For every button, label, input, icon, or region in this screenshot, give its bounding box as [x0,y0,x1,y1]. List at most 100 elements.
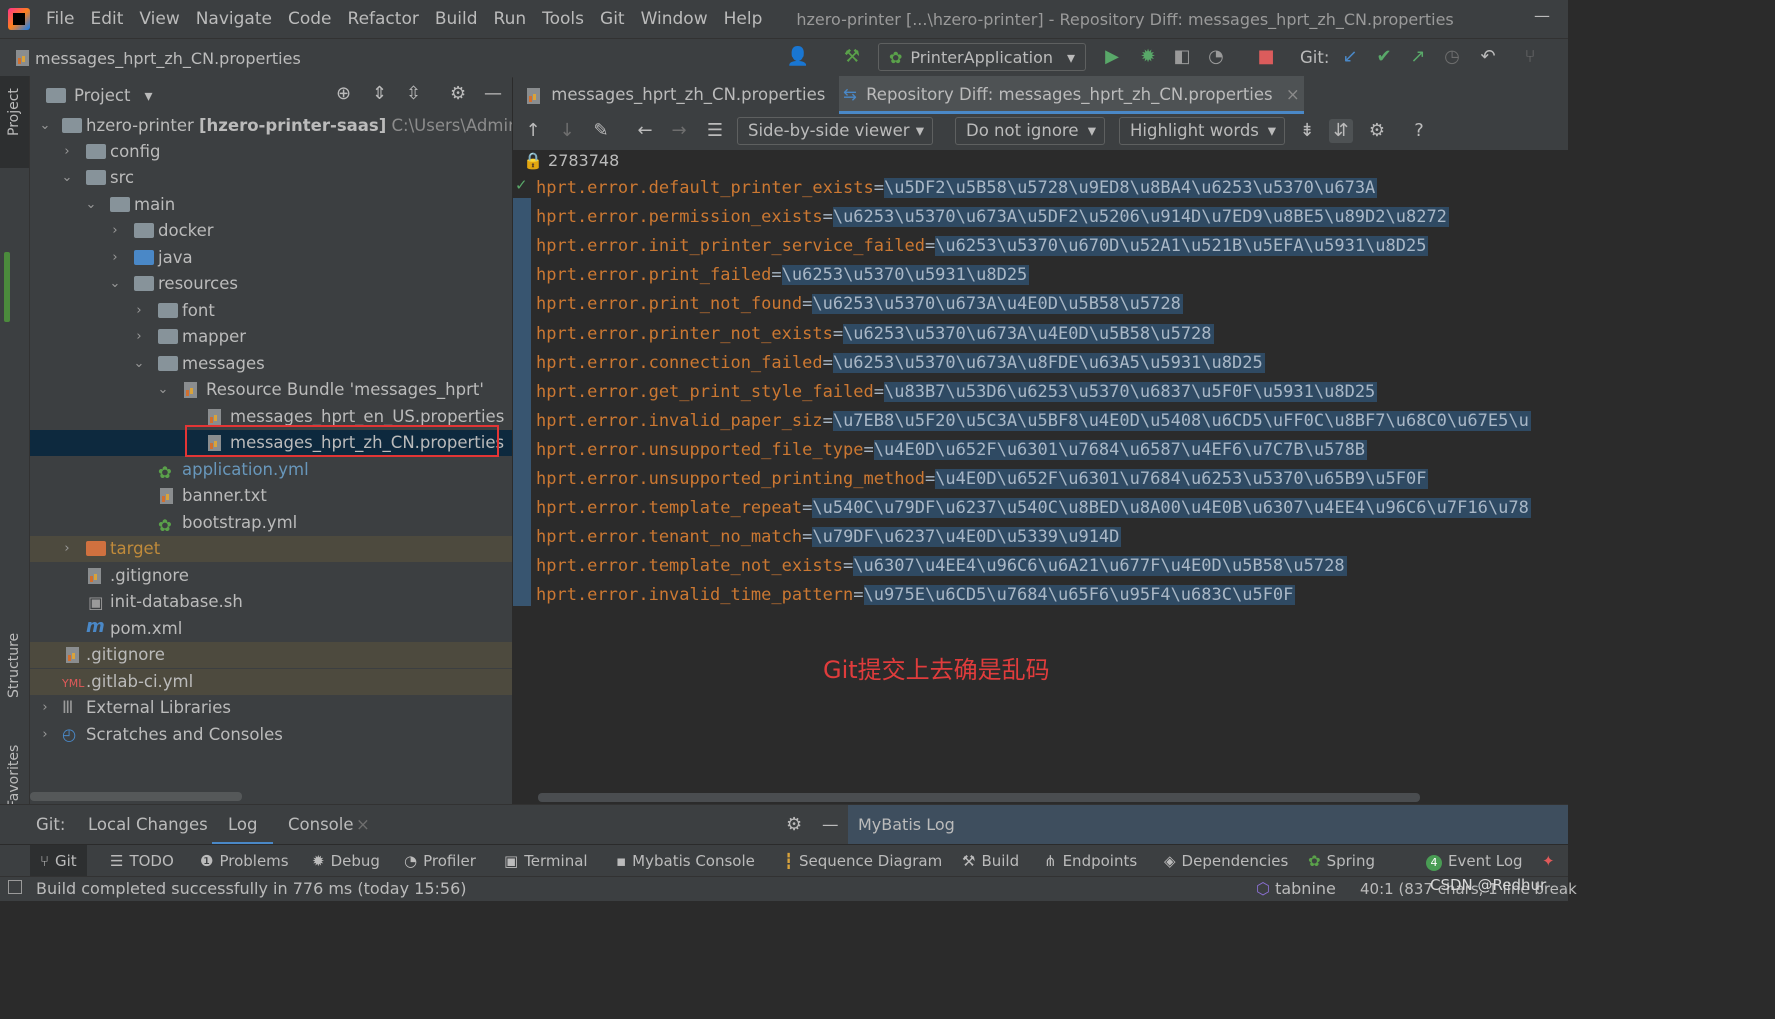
code-line[interactable]: hprt.error.template_not_exists=\u6307\u4… [536,552,1347,581]
menu-run[interactable]: Run [486,0,535,38]
tree-item-mapper[interactable]: › mapper [30,324,512,350]
menu-git[interactable]: Git [592,0,633,38]
tab-repository-diff[interactable]: ⇆ Repository Diff: messages_hprt_zh_CN.p… [839,76,1304,114]
tree-item-docker[interactable]: › docker [30,218,512,244]
code-line[interactable]: hprt.error.invalid_time_pattern=\u975E\u… [536,581,1296,610]
diff-editor[interactable]: 🔒 2783748 ✓ hprt.error.default_printer_e… [513,150,1568,804]
code-line[interactable]: hprt.error.unsupported_printing_method=\… [536,465,1429,494]
git-tool-button[interactable]: ⑂ Git [30,845,87,877]
project-panel-title[interactable]: Project [74,86,130,105]
tree-item-resources[interactable]: ⌄ resources [30,271,512,297]
favorites-stripe-button[interactable]: Favorites [6,745,22,808]
tree-item-pom[interactable]: m pom.xml [30,616,512,642]
forward-icon[interactable]: → [667,119,691,143]
gear-icon[interactable]: ⚙ [1365,119,1389,143]
tabnine-status[interactable]: ⬡ tabnine [1256,877,1336,901]
menu-navigate[interactable]: Navigate [188,0,280,38]
minimize-icon[interactable]: — [1534,6,1550,25]
tree-item-config[interactable]: › config [30,139,512,165]
tree-item-gitignore-root[interactable]: .gitignore [30,642,512,668]
tab-console[interactable]: Console [288,805,354,845]
tree-item-init-database[interactable]: ▣ init-database.sh [30,589,512,615]
expand-all-icon[interactable]: ⇕ [372,83,387,104]
code-line[interactable]: hprt.error.get_print_style_failed=\u83B7… [536,378,1378,407]
tree-item-java[interactable]: › java [30,245,512,271]
run-icon[interactable]: ▶ [1100,45,1124,69]
tree-item-application-yml[interactable]: ✿ application.yml [30,457,512,483]
intellij-logo-icon[interactable] [8,8,30,30]
code-line[interactable]: hprt.error.init_printer_service_failed=\… [536,232,1429,261]
previous-difference-icon[interactable]: ↑ [521,119,545,143]
code-line[interactable]: hprt.error.tenant_no_match=\u79DF\u6237\… [536,523,1122,552]
project-stripe-button[interactable]: Project [0,76,29,168]
code-line[interactable]: hprt.error.permission_exists=\u6253\u537… [536,203,1449,232]
sequence-diagram-tool-button[interactable]: ┇ Sequence Diagram [784,845,942,877]
viewer-mode-select[interactable]: Side-by-side viewer [737,117,933,145]
menu-window[interactable]: Window [633,0,716,38]
tree-item-src[interactable]: ⌄ src [30,165,512,191]
collapse-unchanged-icon[interactable]: ⇟ [1295,119,1319,143]
tree-item-resource-bundle[interactable]: ⌄ Resource Bundle 'messages_hprt' [30,377,512,403]
build-tool-button[interactable]: ⚒ Build [962,845,1019,877]
code-line[interactable]: hprt.error.template_repeat=\u540C\u79DF\… [536,494,1531,523]
close-icon[interactable]: × [1286,85,1300,104]
terminal-tool-button[interactable]: ▣ Terminal [504,845,588,877]
next-difference-icon[interactable]: ↓ [555,119,579,143]
git-branch-icon[interactable]: ⑂ [1518,45,1542,69]
tree-item-scratches[interactable]: › ◴ Scratches and Consoles [30,722,512,748]
ignore-whitespace-select[interactable]: Do not ignore [955,117,1105,145]
code-line[interactable]: hprt.error.connection_failed=\u6253\u537… [536,349,1265,378]
tree-item-gitignore-inner[interactable]: .gitignore [30,563,512,589]
gear-icon[interactable]: ⚙ [786,805,802,845]
profiler-tool-button[interactable]: ◔ Profiler [404,845,476,877]
user-icon[interactable]: 👤 [786,45,810,69]
menu-tools[interactable]: Tools [534,0,592,38]
code-line[interactable]: hprt.error.invalid_paper_siz=\u7EB8\u5F2… [536,407,1531,436]
menu-code[interactable]: Code [280,0,340,38]
stop-icon[interactable]: ■ [1254,45,1278,69]
code-line[interactable]: hprt.error.printer_not_exists=\u6253\u53… [536,320,1214,349]
back-icon[interactable]: ← [633,119,657,143]
run-configuration-select[interactable]: ✿ PrinterApplication ▾ [878,43,1086,71]
coverage-icon[interactable]: ◧ [1170,45,1194,69]
close-icon[interactable]: × [356,805,370,845]
history-icon[interactable]: ◷ [1440,45,1464,69]
tab-local-changes[interactable]: Local Changes [88,805,208,845]
structure-stripe-button[interactable]: Structure [6,633,22,698]
debug-tool-button[interactable]: ✹ Debug [312,845,380,877]
todo-tool-button[interactable]: ☰ TODO [110,845,174,877]
tab-properties-file[interactable]: messages_hprt_zh_CN.properties × [527,76,852,114]
editor-h-scrollbar[interactable] [538,793,1420,802]
debug-icon[interactable]: ✹ [1136,45,1160,69]
tree-item-root[interactable]: ⌄ hzero-printer [hzero-printer-saas] C:\… [30,113,512,139]
list-icon[interactable]: ☰ [703,119,727,143]
menu-file[interactable]: File [38,0,82,38]
build-hammer-icon[interactable]: ⚒ [840,45,864,69]
profiler-icon[interactable]: ◔ [1204,45,1228,69]
tree-item-bootstrap[interactable]: ✿ bootstrap.yml [30,510,512,536]
tree-item-external-libraries[interactable]: › Ⅲ External Libraries [30,695,512,721]
highlight-mode-select[interactable]: Highlight words [1119,117,1285,145]
edit-source-icon[interactable]: ✎ [589,119,613,143]
spring-tool-button[interactable]: ✿ Spring [1308,845,1375,877]
tree-item-gitlab-ci[interactable]: YML .gitlab-ci.yml [30,669,512,695]
project-h-scrollbar[interactable] [30,792,242,801]
sync-scroll-icon[interactable]: ⇵ [1329,119,1353,143]
breadcrumb-file[interactable]: messages_hprt_zh_CN.properties [35,49,301,68]
chevron-down-icon[interactable]: ▾ [144,86,152,105]
dependencies-tool-button[interactable]: ◈ Dependencies [1164,845,1288,877]
tree-item-font[interactable]: › font [30,298,512,324]
git-update-icon[interactable]: ↙ [1338,45,1362,69]
tree-item-messages[interactable]: ⌄ messages [30,351,512,377]
git-commit-icon[interactable]: ✔ [1372,45,1396,69]
gear-icon[interactable]: ⚙ [450,83,466,104]
help-icon[interactable]: ? [1407,119,1431,143]
code-line[interactable]: hprt.error.print_not_found=\u6253\u5370\… [536,290,1183,319]
tree-item-main[interactable]: ⌄ main [30,192,512,218]
git-push-icon[interactable]: ↗ [1406,45,1430,69]
problems-tool-button[interactable]: ❶ Problems [200,845,289,877]
menu-refactor[interactable]: Refactor [340,0,427,38]
tree-item-banner[interactable]: banner.txt [30,483,512,509]
collapse-all-icon[interactable]: ⇳ [406,83,421,104]
menu-build[interactable]: Build [427,0,486,38]
